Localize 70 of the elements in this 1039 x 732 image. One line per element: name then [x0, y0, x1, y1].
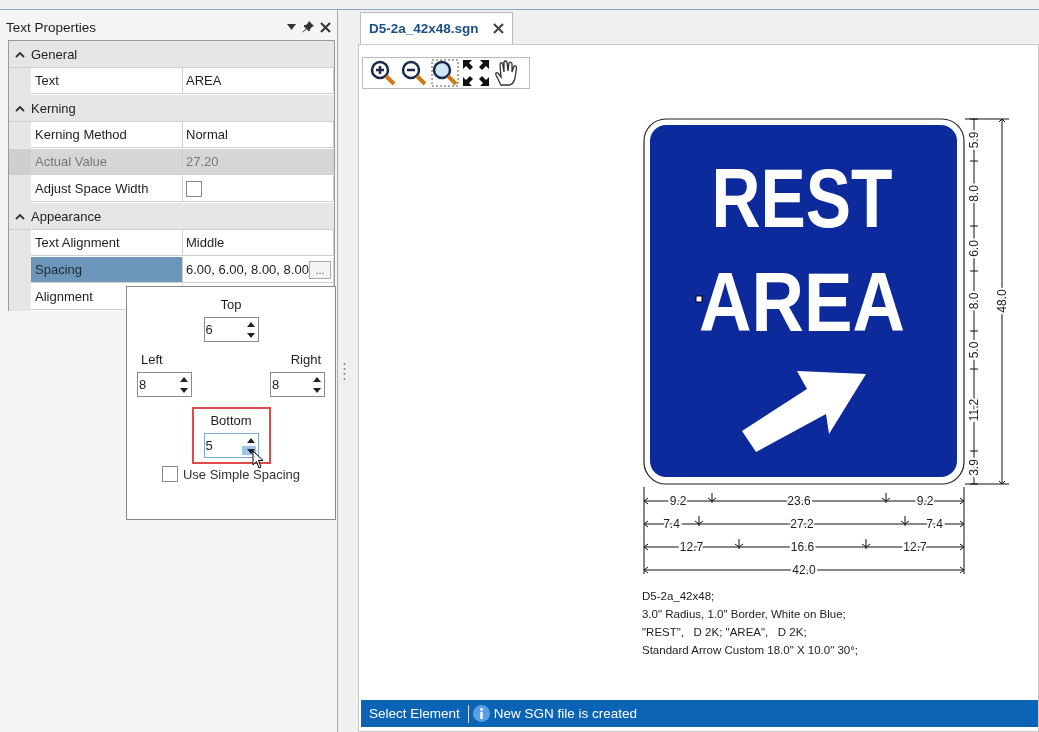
cursor-icon: [251, 450, 264, 469]
property-name[interactable]: Text Alignment: [31, 230, 183, 256]
status-mode: Select Element: [369, 706, 460, 721]
field-label: Left: [141, 352, 163, 367]
property-value[interactable]: Middle: [186, 235, 225, 250]
panel-title: Text Properties: [6, 19, 98, 35]
close-icon[interactable]: [492, 23, 504, 34]
dimension-label: 8.0: [967, 292, 981, 310]
checkbox-label[interactable]: Use Simple Spacing: [182, 466, 301, 482]
collapse-icon[interactable]: [15, 212, 25, 220]
dimension-label: 8.0: [967, 185, 981, 202]
zoom-out-icon[interactable]: [400, 59, 428, 87]
property-name[interactable]: Spacing: [31, 257, 183, 283]
info-icon: [472, 705, 490, 722]
spinner-arrows-icon[interactable]: [245, 436, 256, 455]
number-field[interactable]: 8: [137, 372, 192, 397]
sign-text: AREA: [699, 255, 937, 349]
sign-note: "REST", D 2K; "AREA", D 2K;: [642, 625, 808, 640]
dimension-label: 48.0: [995, 289, 1009, 313]
dimension-label: 42.0: [792, 563, 816, 577]
dimension-label: 6.0: [967, 240, 981, 257]
dimension-label: 5.0: [967, 341, 981, 359]
property-name[interactable]: Text: [31, 68, 183, 94]
field-label: Bottom: [210, 413, 252, 428]
dimension-label: 9.2: [669, 494, 687, 508]
category-label: Kerning: [31, 100, 77, 116]
category-label: Appearance: [31, 208, 103, 224]
number-field[interactable]: 8: [270, 372, 325, 397]
category-label: General: [31, 46, 79, 62]
dimension-label: 5.9: [967, 131, 981, 149]
pin-icon[interactable]: [302, 21, 315, 33]
fit-extents-icon[interactable]: [462, 59, 490, 87]
dimension-label: 12.7: [903, 540, 927, 554]
collapse-icon[interactable]: [15, 50, 25, 58]
dimension-label: 23.6: [787, 494, 811, 508]
dimension-label: 9.2: [916, 494, 934, 508]
dimension-label: 7.4: [926, 517, 943, 531]
property-value[interactable]: AREA: [186, 73, 222, 88]
checkbox[interactable]: [161, 466, 178, 482]
property-value[interactable]: Normal: [186, 127, 228, 142]
close-icon[interactable]: [320, 21, 332, 33]
document-tab[interactable]: D5-2a_42x48.sgn: [360, 12, 513, 44]
spinner-arrows-icon[interactable]: [245, 320, 256, 339]
dimension-label: 7.4: [663, 517, 680, 531]
sign-text: REST: [711, 151, 936, 245]
property-name[interactable]: Kerning Method: [31, 122, 183, 148]
property-value[interactable]: 6.00, 6.00, 8.00, 8.00: [186, 262, 309, 277]
dropdown-icon[interactable]: [287, 24, 297, 30]
status-message: New SGN file is created: [493, 706, 638, 721]
selection-handle[interactable]: [695, 295, 703, 303]
zoom-window-icon[interactable]: [431, 59, 459, 87]
spinner-arrows-icon[interactable]: [312, 375, 322, 394]
number-field[interactable]: 6: [203, 317, 259, 342]
zoom-in-icon[interactable]: [369, 59, 397, 87]
sign-note: D5-2a_42x48;: [642, 589, 716, 604]
sign-note: 3.0" Radius, 1.0" Border, White on Blue;: [642, 607, 847, 622]
collapse-icon[interactable]: [15, 104, 25, 112]
dimension-label: 12.7: [679, 540, 704, 554]
spinner-arrows-icon[interactable]: [179, 375, 189, 394]
sign-note: Standard Arrow Custom 18.0" X 10.0" 30°;: [642, 643, 860, 658]
dimension-label: 27.2: [790, 517, 814, 531]
field-label: Right: [290, 352, 321, 367]
dimension-label: 16.6: [790, 540, 815, 554]
ellipsis-button[interactable]: ...: [309, 260, 332, 279]
dimension-label: 11.2: [967, 398, 981, 422]
splitter-grip-icon[interactable]: [342, 362, 346, 380]
checkbox[interactable]: [186, 180, 202, 197]
property-name[interactable]: Adjust Space Width: [31, 176, 183, 202]
dimension-label: 3.9: [967, 459, 981, 476]
field-label: Top: [220, 297, 242, 312]
